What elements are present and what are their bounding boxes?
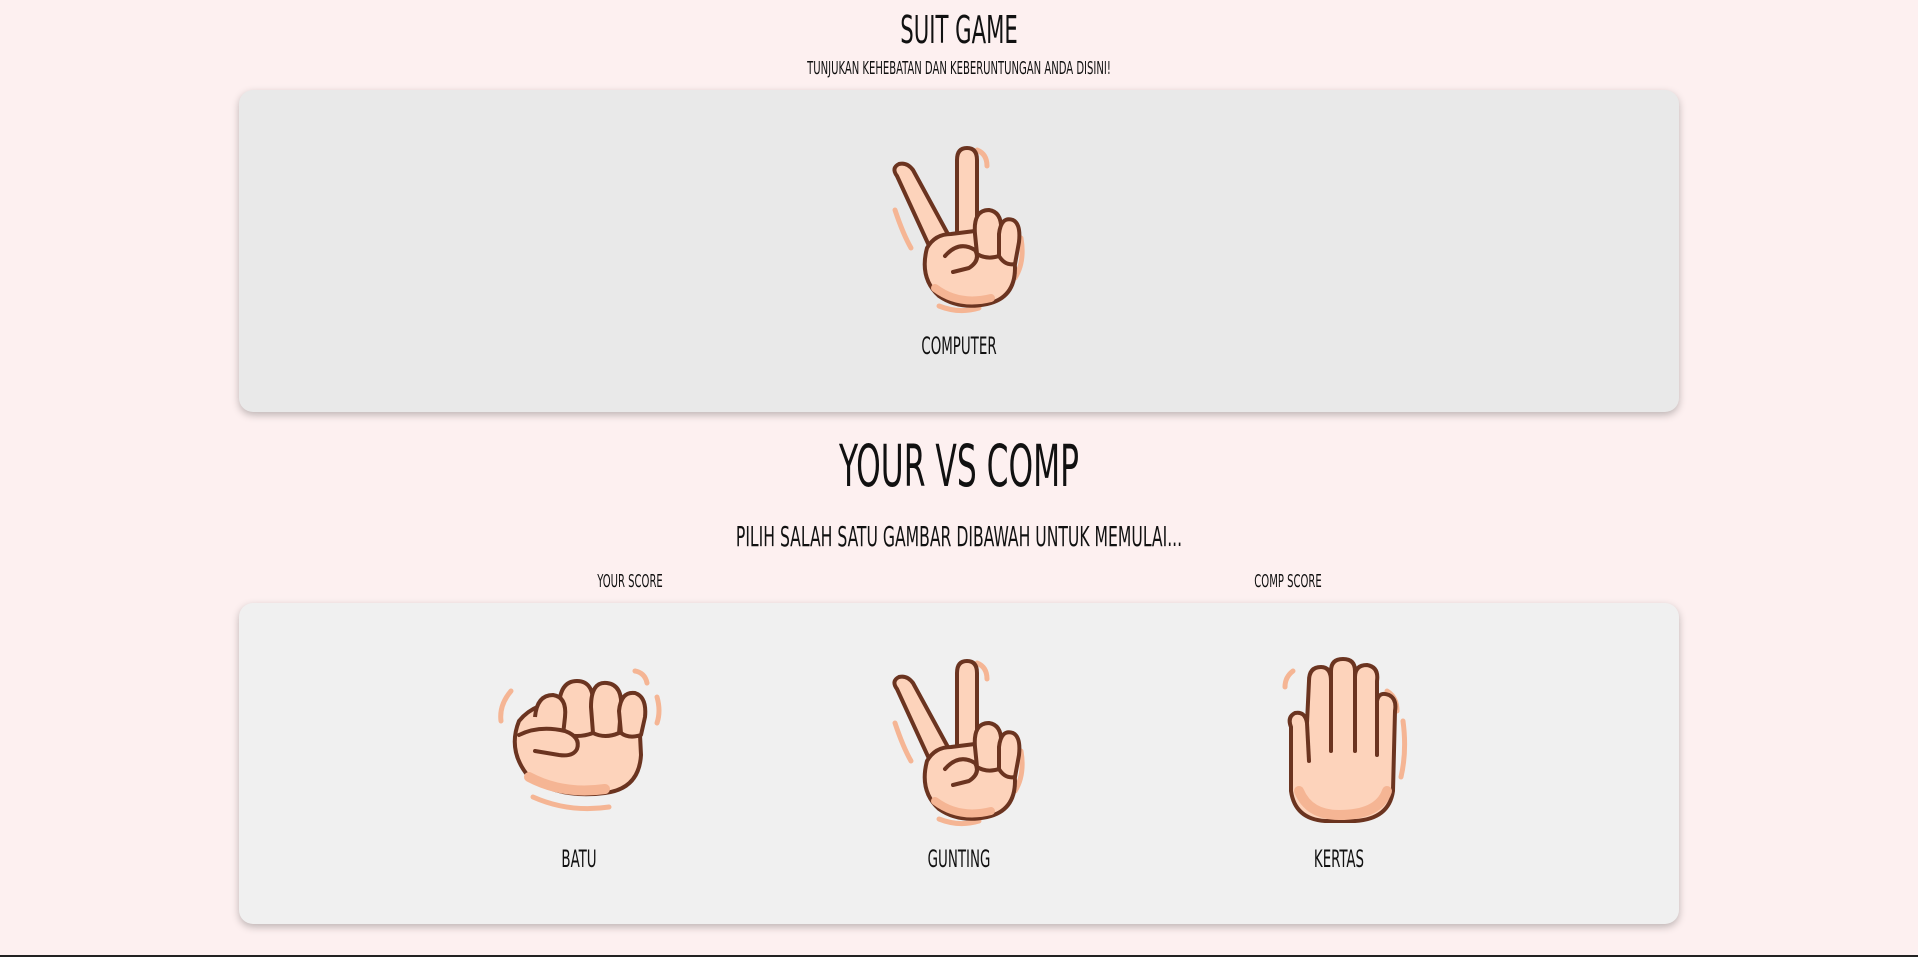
choice-kertas-label: Kertas <box>1313 845 1365 873</box>
scissors-hand-icon <box>892 146 1025 314</box>
comp-score: Comp Score <box>1254 571 1322 592</box>
page-subtitle: Tunjukan kehebatan dan keberuntungan and… <box>807 58 1111 79</box>
scissors-hand-icon <box>892 659 1025 827</box>
rock-fist-icon <box>498 668 662 812</box>
choice-batu-label: Batu <box>561 845 597 873</box>
your-score: Your Score <box>597 571 663 592</box>
choice-gunting-label: Gunting <box>927 845 991 873</box>
paper-hand-icon <box>1282 657 1408 823</box>
choice-batu[interactable]: Batu <box>479 651 679 873</box>
choice-kertas[interactable]: Kertas <box>1239 651 1439 873</box>
page-title: Suit Game <box>900 8 1018 52</box>
instruction-text: Pilih salah satu gambar dibawah untuk me… <box>735 520 1183 553</box>
choice-gunting[interactable]: Gunting <box>859 651 1059 873</box>
versus-title: Your vs Comp <box>838 432 1080 500</box>
player-choices-panel: Batu Gunting <box>239 603 1679 924</box>
page: Suit Game Tunjukan kehebatan dan keberun… <box>0 0 1918 957</box>
computer-panel: Computer <box>239 90 1679 412</box>
computer-choice: Computer <box>859 138 1059 360</box>
computer-label: Computer <box>921 332 997 360</box>
